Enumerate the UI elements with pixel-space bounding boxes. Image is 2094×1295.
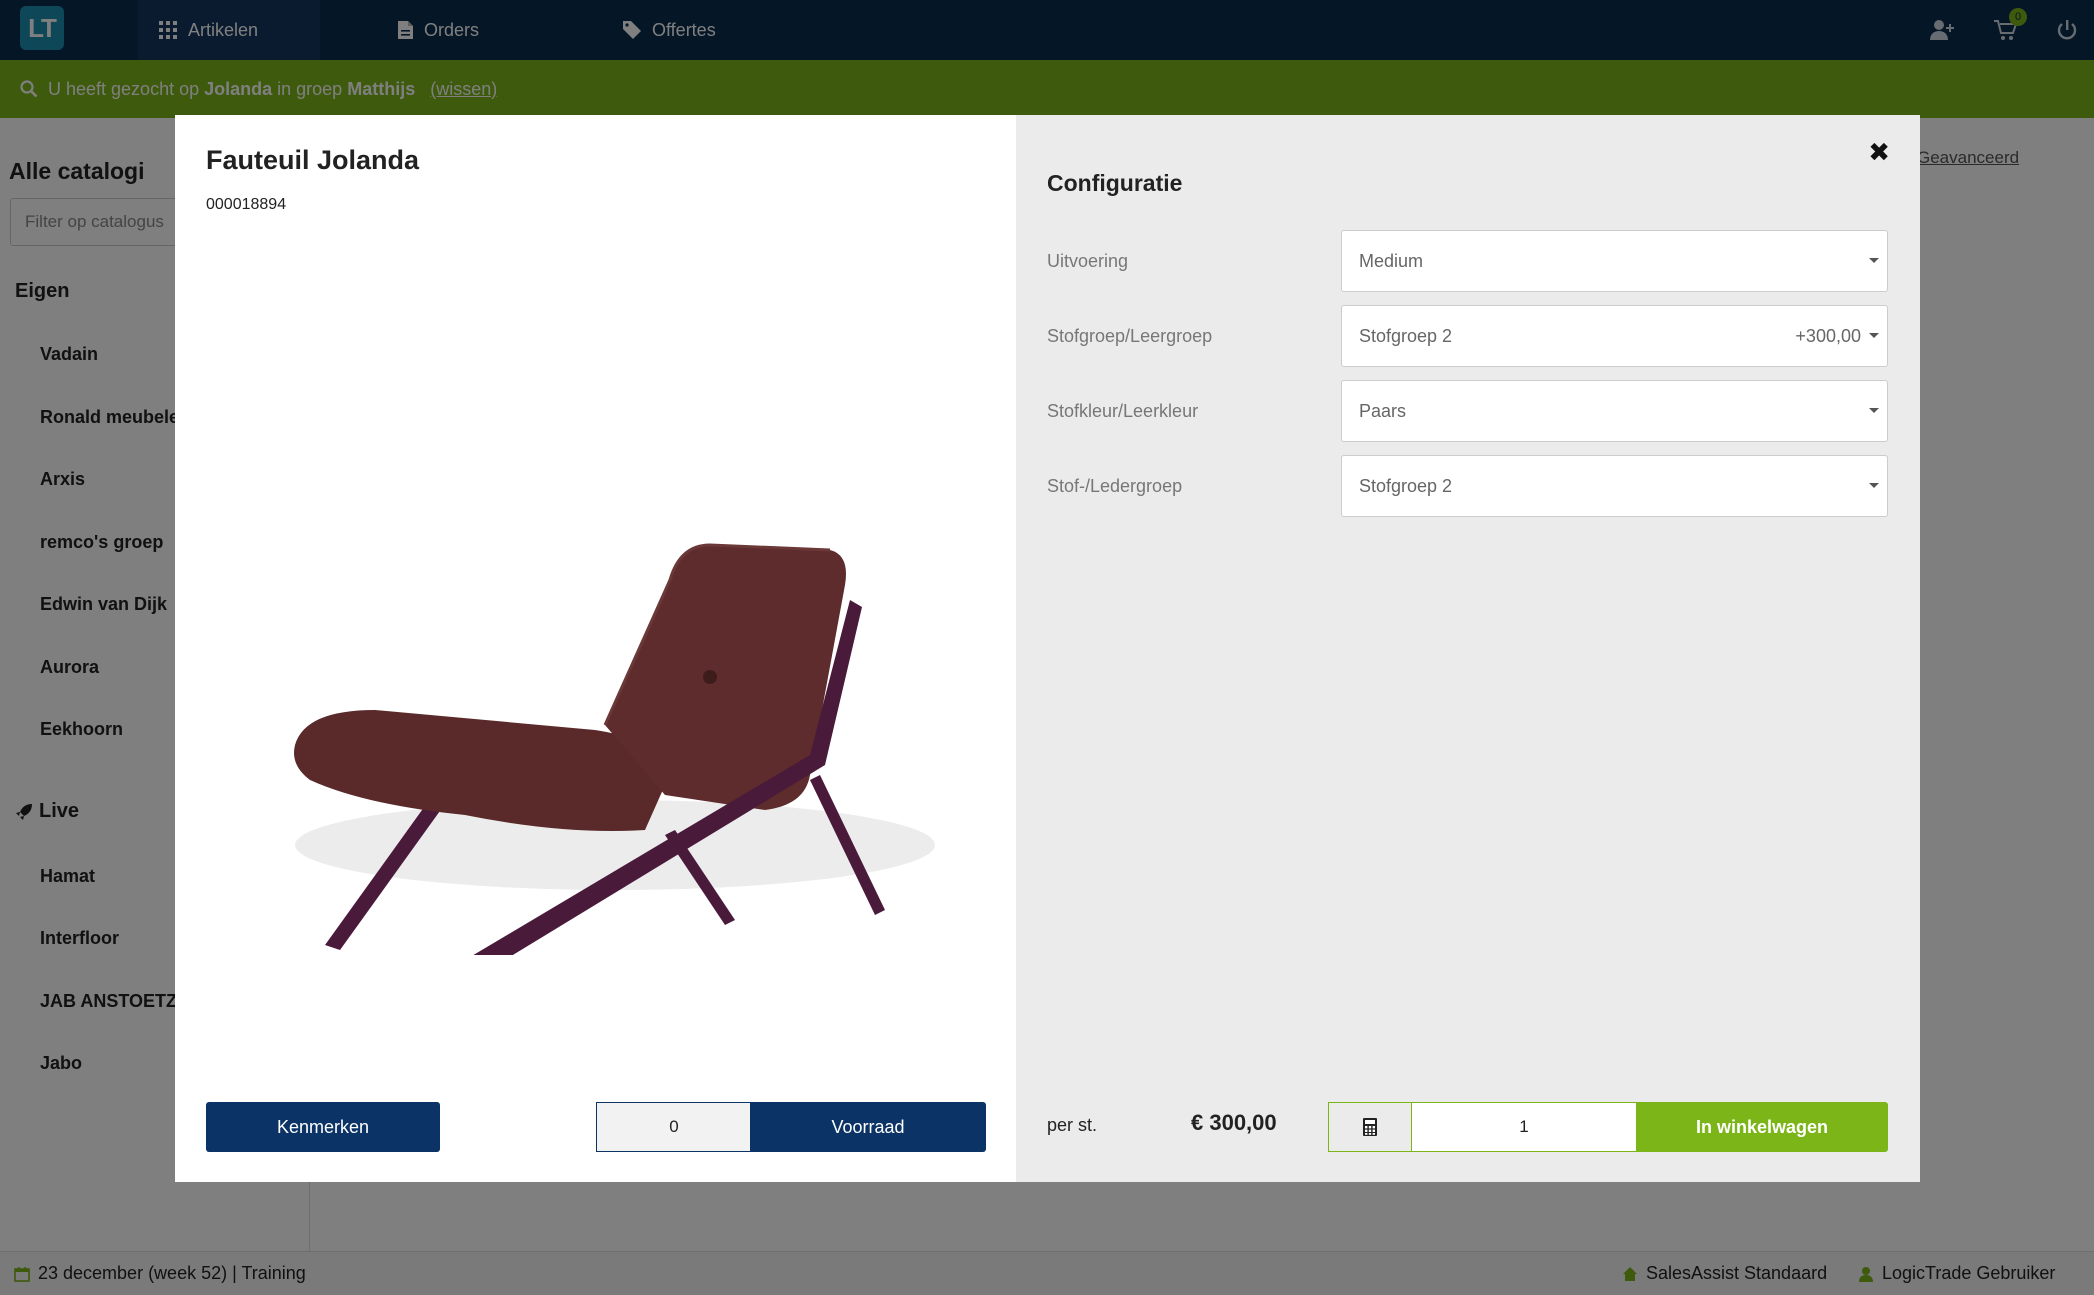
kenmerken-button[interactable]: Kenmerken	[206, 1102, 440, 1152]
per-unit-label: per st.	[1047, 1115, 1098, 1135]
product-modal: Fauteuil Jolanda 000018894 Kenmerken 0 V…	[175, 115, 1920, 1182]
chevron-down-icon	[1869, 258, 1879, 263]
config-label-uitvoering: Uitvoering	[1047, 251, 1129, 271]
select-value: Stofgroep 2	[1359, 475, 1453, 496]
surcharge-value: +300,00	[1795, 325, 1861, 346]
product-code: 000018894	[206, 196, 287, 213]
select-value: Stofgroep 2	[1359, 325, 1453, 346]
ledergroep-select[interactable]: Stofgroep 2	[1341, 455, 1888, 517]
unit-price: € 300,00	[1191, 1110, 1277, 1135]
config-title: Configuratie	[1047, 170, 1183, 196]
add-to-cart-button[interactable]: In winkelwagen	[1636, 1102, 1888, 1152]
chevron-down-icon	[1869, 408, 1879, 413]
stock-value: 0	[596, 1102, 751, 1152]
product-image	[294, 543, 935, 955]
calculator-button[interactable]	[1328, 1102, 1412, 1152]
calculator-icon	[1362, 1117, 1378, 1137]
chevron-down-icon	[1869, 483, 1879, 488]
close-icon[interactable]: ✖	[1868, 137, 1890, 168]
config-label-stofgroep: Stofgroep/Leergroep	[1047, 326, 1213, 346]
quantity-input[interactable]: 1	[1412, 1102, 1636, 1152]
configuration-panel: Configuratie ✖ Uitvoering Medium Stofgro…	[1016, 115, 1920, 1182]
product-panel: Fauteuil Jolanda 000018894 Kenmerken 0 V…	[175, 115, 1016, 1182]
voorraad-button[interactable]: Voorraad	[750, 1102, 986, 1152]
config-label-ledergroep: Stof-/Ledergroep	[1047, 476, 1183, 496]
stofgroep-select[interactable]: Stofgroep 2 +300,00	[1341, 305, 1888, 367]
product-title: Fauteuil Jolanda	[206, 145, 420, 175]
uitvoering-select[interactable]: Medium	[1341, 230, 1888, 292]
config-label-stofkleur: Stofkleur/Leerkleur	[1047, 401, 1199, 421]
stofkleur-select[interactable]: Paars	[1341, 380, 1888, 442]
chevron-down-icon	[1869, 333, 1879, 338]
select-value: Medium	[1359, 250, 1424, 271]
select-value: Paars	[1359, 400, 1407, 421]
